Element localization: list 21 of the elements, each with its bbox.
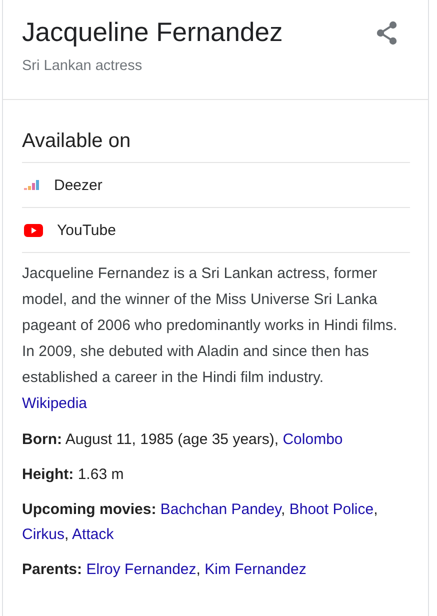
fact-link[interactable]: Bhoot Police xyxy=(289,501,374,518)
fact-line: Parents: Elroy Fernandez, Kim Fernandez xyxy=(22,560,308,580)
section-heading: Available on xyxy=(22,128,410,163)
description-text: Jacqueline Fernandez is a Sri Lankan actress, former model, and the winner of the Miss Universe Sri Lanka pageant of 2006 who predominantly works in Hindi films. In 2009, she debuted with Aladin and since then has established a career in the Hindi film industry. xyxy=(22,264,398,388)
service-link[interactable]: YouTube xyxy=(57,222,116,238)
fact-link[interactable]: Elroy Fernandez xyxy=(86,561,196,578)
service-link[interactable]: Deezer xyxy=(54,176,102,194)
person-name: Jacqueline Fernandez xyxy=(22,16,283,49)
person-subtitle: Sri Lankan actress xyxy=(22,58,144,74)
share-icon[interactable] xyxy=(376,21,398,45)
fact-link[interactable]: Colombo xyxy=(282,431,343,448)
fact-line: Upcoming movies: Bachchan Pandey, Bhoot Police, Cirkus, Attack xyxy=(22,500,379,545)
fact-link[interactable]: Attack xyxy=(72,526,114,543)
fact-line: Born: August 11, 1985 (age 35 years), Colombo xyxy=(22,430,344,450)
fact-link[interactable]: Bachchan Pandey xyxy=(160,501,282,518)
fact-link[interactable]: Kim Fernandez xyxy=(204,561,306,578)
equalizer-icon xyxy=(24,180,40,190)
source-link[interactable]: Wikipedia xyxy=(22,391,88,417)
fact-link[interactable]: Cirkus xyxy=(22,526,65,543)
fact-line: Height: 1.63 m xyxy=(22,465,125,485)
play-icon xyxy=(24,224,43,236)
